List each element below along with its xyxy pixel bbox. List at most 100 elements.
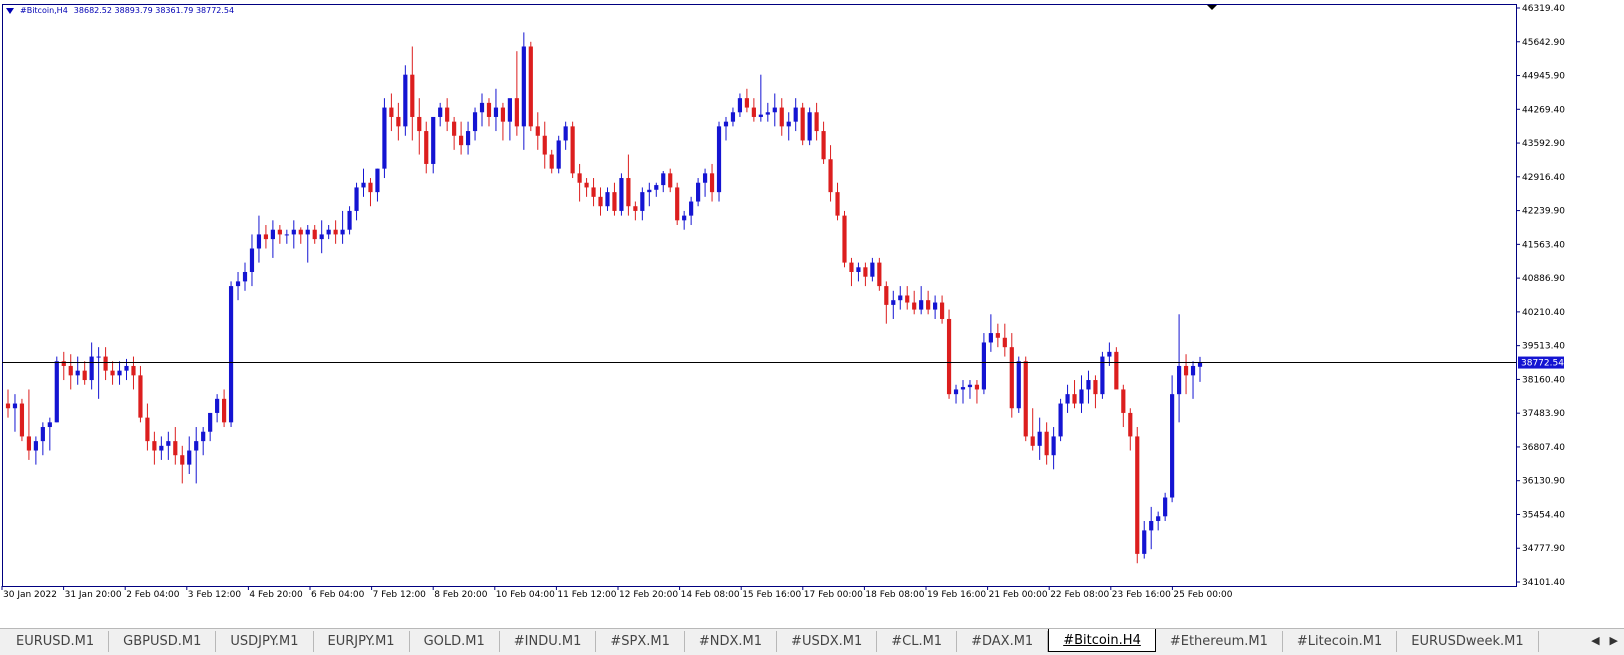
candle-body [1016, 361, 1021, 409]
x-tick-label: 18 Feb 08:00 [865, 590, 924, 600]
candle-body [145, 417, 150, 442]
candle-body [5, 403, 11, 409]
candle-body [465, 131, 471, 146]
candle-body [1037, 431, 1042, 446]
candle-body [723, 121, 729, 127]
tab-spx-m1[interactable]: #SPX.M1 [596, 631, 685, 652]
candle-body [194, 441, 199, 451]
candle-body [1051, 436, 1056, 456]
candle-body [222, 398, 227, 423]
candle-body [668, 173, 673, 188]
candle-body [758, 114, 763, 117]
candle-body [953, 389, 959, 395]
tab-scroll-right-icon[interactable]: ▶ [1610, 634, 1618, 647]
candle-body [242, 271, 248, 282]
candle-body [445, 107, 450, 122]
tab-usdjpy-m1[interactable]: USDJPY.M1 [216, 631, 314, 652]
tab-dax-m1[interactable]: #DAX.M1 [957, 631, 1049, 652]
candle-body [856, 267, 861, 272]
candle-body [1002, 337, 1007, 348]
candle-body [33, 441, 38, 451]
candle-body [835, 192, 840, 216]
candle-body [696, 182, 701, 202]
tab-ndx-m1[interactable]: #NDX.M1 [684, 631, 778, 652]
chart-area[interactable]: 46319.40 45642.90 44945.90 44269.40 43592.90… [0, 0, 1624, 628]
tab-eurjpy-m1[interactable]: EURJPY.M1 [313, 631, 410, 652]
candle-body [765, 112, 770, 115]
candle-body [619, 178, 624, 211]
tab-gold-m1[interactable]: GOLD.M1 [409, 631, 500, 652]
candle-body [751, 107, 756, 117]
candle-body [493, 107, 499, 117]
candle-body [396, 116, 401, 127]
candle-body [1197, 362, 1203, 367]
x-tick-label: 31 Jan 20:00 [65, 590, 122, 600]
candle-body [424, 131, 429, 164]
tab-bitcoin-h4[interactable]: #Bitcoin.H4 [1048, 629, 1156, 652]
candle-body [702, 173, 708, 183]
tab-gbpusd-m1[interactable]: GBPUSD.M1 [109, 631, 217, 652]
candle-body [772, 107, 777, 113]
candle-body [891, 300, 896, 305]
candle-body [800, 107, 805, 141]
y-tick-label: 36130.90 [1522, 477, 1565, 487]
y-tick-label: 41563.40 [1522, 240, 1565, 250]
candle-body [1058, 403, 1063, 437]
x-tick-label: 7 Feb 12:00 [373, 590, 427, 600]
candle-body [577, 173, 582, 183]
tab-ethereum-m1[interactable]: #Ethereum.M1 [1155, 631, 1283, 652]
candle-body [898, 295, 903, 301]
candle-body [842, 215, 847, 263]
candle-body [110, 370, 115, 376]
candle-body [612, 192, 617, 211]
candle-body [1093, 380, 1098, 395]
candle-body [159, 445, 164, 451]
candle-body [1086, 380, 1091, 390]
candle-body [598, 196, 603, 207]
x-tick-label: 14 Feb 08:00 [681, 590, 740, 600]
tab-indu-m1[interactable]: #INDU.M1 [499, 631, 597, 652]
candle-body [828, 159, 833, 193]
candle-body [675, 187, 680, 221]
candle-body [946, 318, 952, 395]
candle-body [305, 229, 310, 235]
tab-cl-m1[interactable]: #CL.M1 [877, 631, 958, 652]
candle-body [152, 441, 157, 451]
candle-body [47, 422, 52, 428]
candle-body [249, 248, 255, 272]
candle-body [138, 375, 143, 418]
candle-body [256, 234, 262, 249]
tab-usdx-m1[interactable]: #USDX.M1 [777, 631, 878, 652]
x-tick-label: 30 Jan 2022 [3, 590, 57, 600]
candle-body [382, 107, 387, 169]
candle-body [270, 229, 275, 240]
candle-body [472, 112, 478, 132]
chevron-down-icon[interactable] [6, 7, 14, 14]
y-tick-label: 34101.40 [1522, 578, 1565, 588]
candle-body [974, 384, 980, 390]
chart-symbol: #Bitcoin,H4 [20, 6, 68, 15]
candle-body [75, 370, 80, 376]
candle-body [368, 182, 373, 193]
tab-litecoin-m1[interactable]: #Litecoin.M1 [1282, 631, 1398, 652]
candle-body [12, 403, 18, 409]
candle-body [326, 229, 331, 235]
candle-body [716, 126, 722, 193]
candle-body [82, 370, 87, 381]
y-tick-label: 42239.90 [1522, 207, 1565, 217]
candle-body [960, 387, 966, 390]
y-tick-label: 40210.40 [1522, 308, 1565, 318]
candle-body [61, 361, 66, 366]
tab-eurusdweek-m1[interactable]: EURUSDweek.M1 [1397, 631, 1539, 652]
candle-body [591, 187, 596, 197]
candlestick-chart[interactable]: 46319.40 45642.90 44945.90 44269.40 43592.90… [0, 0, 1624, 628]
candle-body [905, 295, 910, 303]
candle-body [166, 441, 171, 446]
candle-body [1190, 365, 1196, 376]
tab-eurusd-m1[interactable]: EURUSD.M1 [2, 631, 110, 652]
tab-scroll-left-icon[interactable]: ◀ [1591, 634, 1599, 647]
candle-body [528, 46, 533, 127]
candle-body [689, 201, 694, 216]
candle-body [68, 365, 73, 376]
x-tick-label: 11 Feb 12:00 [557, 590, 616, 600]
